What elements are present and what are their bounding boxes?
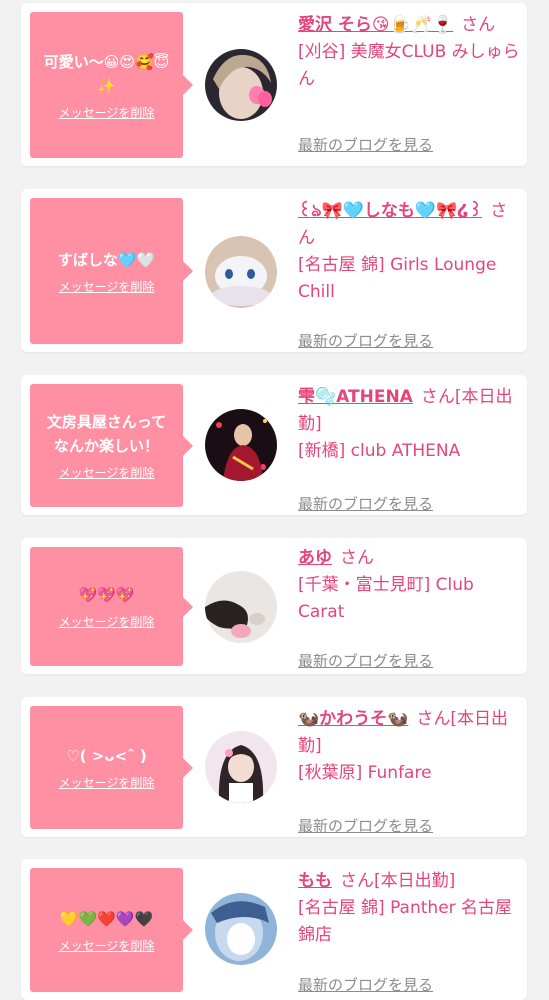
cast-name-link[interactable]: 愛沢 そら😘🍺🥂🍷 [298, 15, 453, 35]
avatar[interactable] [205, 731, 277, 803]
avatar[interactable] [205, 409, 277, 481]
latest-blog-link[interactable]: 最新のブログを見る [298, 491, 433, 518]
message-text: 文房具屋さんってなんか楽しい！ [46, 413, 167, 455]
avatar[interactable] [205, 49, 277, 121]
message-text: すばしな🩵🤍 [57, 250, 156, 269]
avatar[interactable] [205, 571, 277, 643]
message-card: 💖💖💖 メッセージを削除 あゆ さん [千葉・富士見町] Club Carat 最… [21, 538, 527, 674]
cast-name-link[interactable]: もも [298, 871, 332, 891]
message-card: ♡( >ᴗ<ˆ ) メッセージを削除 🦦かわうそ🦦 さん[本日出勤] [秋葉原] … [21, 697, 527, 837]
message-card: 💛💚❤️💜🖤 メッセージを削除 もも さん[本日出勤] [名古屋 錦] Panth… [21, 859, 527, 1000]
avatar-photo-icon [205, 49, 277, 121]
avatar-photo-icon [205, 409, 277, 481]
avatar-photo-icon [205, 893, 277, 965]
message-bubble: 文房具屋さんってなんか楽しい！ メッセージを削除 [30, 384, 193, 507]
cast-info: ꒰ঌ🎀🩵しなも🩵🎀໒꒱ さん [名古屋 錦] Girls Lounge Chill… [298, 198, 520, 350]
message-bubble: 💛💚❤️💜🖤 メッセージを削除 [30, 868, 193, 992]
delete-message-link[interactable]: メッセージを削除 [59, 937, 155, 954]
delete-message-link[interactable]: メッセージを削除 [59, 464, 155, 481]
avatar-photo-icon [205, 731, 277, 803]
message-bubble: 💖💖💖 メッセージを削除 [30, 547, 193, 666]
message-card: すばしな🩵🤍 メッセージを削除 ꒰ঌ🎀🩵しなも🩵🎀໒꒱ さん [名古屋 錦] Gi… [21, 189, 527, 352]
shop-name: [秋葉原] Funfare [298, 763, 432, 783]
avatar-photo-icon [205, 571, 277, 643]
shop-name: [名古屋 錦] Girls Lounge Chill [298, 255, 497, 302]
cast-name-link[interactable]: 🦦かわうそ🦦 [298, 709, 408, 729]
avatar[interactable] [205, 893, 277, 965]
delete-message-link[interactable]: メッセージを削除 [59, 774, 155, 791]
cast-info: もも さん[本日出勤] [名古屋 錦] Panther 名古屋錦店 最新のブログを… [298, 868, 520, 994]
message-text: ♡( >ᴗ<ˆ ) [66, 747, 147, 765]
shop-name: [名古屋 錦] Panther 名古屋錦店 [298, 898, 513, 945]
cast-name-link[interactable]: あゆ [298, 548, 332, 568]
latest-blog-link[interactable]: 最新のブログを見る [298, 972, 433, 999]
message-card: 可愛い〜😀😍🥰😇✨ メッセージを削除 愛沢 そら😘🍺🥂🍷 さん [刈谷] 美魔女C… [21, 3, 527, 166]
honorific: さん [461, 15, 496, 35]
cast-info: 愛沢 そら😘🍺🥂🍷 さん [刈谷] 美魔女CLUB みしゅらん 最新のブログを見る [298, 12, 520, 154]
shop-name: [千葉・富士見町] Club Carat [298, 575, 474, 622]
attendance-status: [本日出勤] [374, 871, 456, 891]
avatar-photo-icon [205, 236, 277, 308]
honorific: さん [340, 548, 374, 568]
message-bubble: すばしな🩵🤍 メッセージを削除 [30, 198, 193, 344]
message-text: 💖💖💖 [78, 586, 135, 604]
message-bubble: 可愛い〜😀😍🥰😇✨ メッセージを削除 [30, 12, 193, 158]
message-card: 文房具屋さんってなんか楽しい！ メッセージを削除 雫🫧ATHENA さん[本日出勤… [21, 375, 527, 515]
cast-info: 🦦かわうそ🦦 さん[本日出勤] [秋葉原] Funfare 最新のブログを見る [298, 706, 520, 835]
delete-message-link[interactable]: メッセージを削除 [59, 613, 155, 630]
message-text: 💛💚❤️💜🖤 [59, 909, 154, 928]
cast-name-link[interactable]: ꒰ঌ🎀🩵しなも🩵🎀໒꒱ [298, 201, 482, 221]
delete-message-link[interactable]: メッセージを削除 [59, 104, 155, 121]
latest-blog-link[interactable]: 最新のブログを見る [298, 132, 433, 159]
shop-name: [刈谷] 美魔女CLUB みしゅらん [298, 42, 520, 89]
honorific: さん [416, 709, 451, 729]
latest-blog-link[interactable]: 最新のブログを見る [298, 648, 433, 675]
cast-info: あゆ さん [千葉・富士見町] Club Carat 最新のブログを見る [298, 545, 520, 670]
honorific: さん [340, 871, 374, 891]
delete-message-link[interactable]: メッセージを削除 [59, 278, 155, 295]
avatar[interactable] [205, 236, 277, 308]
honorific: さん [420, 387, 455, 407]
message-text: 可愛い〜😀😍🥰😇✨ [43, 52, 170, 95]
latest-blog-link[interactable]: 最新のブログを見る [298, 328, 433, 355]
cast-name-link[interactable]: 雫🫧ATHENA [298, 387, 413, 407]
latest-blog-link[interactable]: 最新のブログを見る [298, 813, 433, 840]
shop-name: [新橋] club ATHENA [298, 441, 461, 461]
cast-info: 雫🫧ATHENA さん[本日出勤] [新橋] club ATHENA 最新のブログ… [298, 384, 520, 513]
message-bubble: ♡( >ᴗ<ˆ ) メッセージを削除 [30, 706, 193, 829]
